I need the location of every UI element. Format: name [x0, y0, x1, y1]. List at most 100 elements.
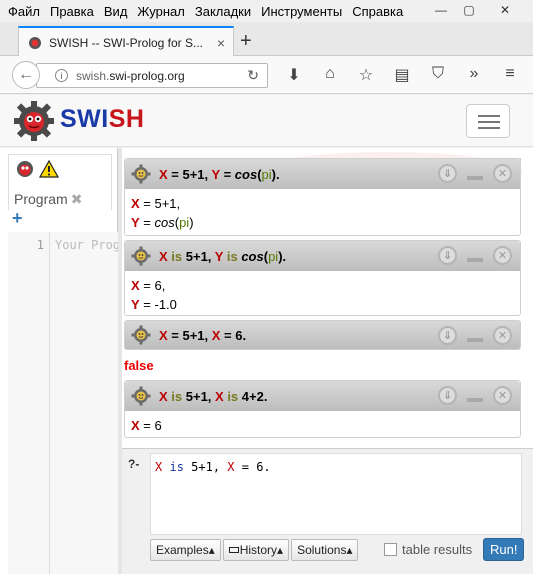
- program-pane: Program✖ + 1 Your Program: [0, 148, 118, 574]
- download-answer-icon[interactable]: ⇓: [438, 326, 457, 345]
- code-token: cos: [154, 215, 175, 230]
- answer-query-text: X is 5+1, Y is cos(pi).: [159, 249, 286, 264]
- code-token: X: [159, 166, 168, 182]
- back-button[interactable]: ←: [12, 61, 40, 89]
- checkbox-box[interactable]: [384, 543, 397, 556]
- answer-block: X = 5+1, Y = cos(pi). ⇓ ✕ X = 5+1, Y = cos(p…: [124, 158, 521, 236]
- answer-line: X = 6: [131, 416, 514, 435]
- overflow-icon[interactable]: »: [456, 65, 492, 85]
- close-answer-icon[interactable]: ✕: [493, 164, 512, 183]
- answer-controls: ⇓ ✕: [438, 164, 512, 183]
- history-button[interactable]: History▴: [222, 539, 290, 561]
- home-icon[interactable]: ⌂: [312, 65, 348, 85]
- pocket-icon[interactable]: ⛉: [420, 65, 456, 85]
- tab-close-icon[interactable]: ×: [217, 35, 225, 51]
- code-token: = 6.: [234, 460, 271, 474]
- menu-icon[interactable]: ≡: [492, 65, 528, 85]
- answer-query-bar: X = 5+1, X = 6. ⇓ ✕: [124, 320, 521, 350]
- add-tab-button[interactable]: +: [12, 208, 23, 229]
- collapse-icon[interactable]: [467, 397, 483, 402]
- table-results-checkbox[interactable]: table results: [384, 542, 472, 557]
- url-text: swish.swi-prolog.org: [76, 68, 185, 83]
- code-token: = 5+1,: [167, 166, 212, 182]
- answer-query-text: X = 5+1, Y = cos(pi).: [159, 167, 280, 182]
- program-tabs: Program ✖: [8, 154, 112, 210]
- code-token: pi: [261, 166, 272, 182]
- download-icon[interactable]: ⬇: [276, 65, 312, 85]
- code-token: is: [167, 248, 186, 264]
- results-pane: X = 5+1, Y = cos(pi). ⇓ ✕ X = 5+1, Y = cos(p…: [122, 148, 533, 574]
- answer-body: X = 6: [125, 411, 520, 440]
- maximize-button[interactable]: ▢: [455, 1, 483, 19]
- query-input[interactable]: X is 5+1, X = 6.: [150, 453, 522, 535]
- code-token: = -1.0: [139, 297, 177, 312]
- menu-item[interactable]: Инструменты: [257, 4, 346, 19]
- toolbar-icons: ⬇ ⌂ ☆ ▤ ⛉ » ≡: [276, 65, 528, 85]
- code-token: 5+1,: [185, 248, 215, 264]
- new-tab-button[interactable]: +: [240, 30, 252, 53]
- answer-line: X = 5+1,: [131, 194, 514, 213]
- download-answer-icon[interactable]: ⇓: [438, 246, 457, 265]
- download-answer-icon[interactable]: ⇓: [438, 386, 457, 405]
- answer-query-bar: X = 5+1, Y = cos(pi). ⇓ ✕: [125, 159, 520, 189]
- code-token: X: [159, 388, 168, 404]
- code-token: = 5+1,: [139, 196, 181, 211]
- run-button[interactable]: Run!: [483, 538, 525, 561]
- reader-icon[interactable]: ▤: [384, 65, 420, 85]
- program-editor[interactable]: 1 Your Program: [8, 232, 118, 574]
- code-token: Y: [131, 215, 140, 230]
- code-token: X: [159, 248, 168, 264]
- code-token: X: [227, 460, 235, 474]
- swish-main: Program✖ + 1 Your Program X = 5+1, Y = c…: [0, 148, 533, 574]
- code-token: X: [131, 418, 140, 433]
- tab-close-icon[interactable]: ✖: [71, 191, 83, 207]
- answer-query-text: X = 5+1, X = 6.: [159, 328, 246, 343]
- code-token: is: [223, 248, 242, 264]
- menu-item[interactable]: Файл: [4, 4, 44, 19]
- window-controls: — ▢ ✕: [427, 1, 527, 19]
- code-token: Y: [211, 166, 220, 182]
- menu-item[interactable]: Правка: [46, 4, 98, 19]
- collapse-icon[interactable]: [467, 175, 483, 180]
- code-token: X: [131, 196, 140, 211]
- code-token: =: [219, 166, 235, 182]
- browser-tab[interactable]: SWISH -- SWI-Prolog for S... ×: [18, 26, 234, 57]
- solutions-button[interactable]: Solutions▴: [291, 539, 359, 561]
- close-answer-icon[interactable]: ✕: [493, 326, 512, 345]
- tab-program[interactable]: Program ✖: [14, 191, 82, 208]
- examples-button[interactable]: Examples▴: [150, 539, 221, 561]
- close-window-button[interactable]: ✕: [483, 1, 527, 19]
- close-answer-icon[interactable]: ✕: [493, 246, 512, 265]
- navbar-toggle-button[interactable]: [466, 104, 510, 138]
- warning-icon[interactable]: [39, 160, 59, 178]
- swish-mini-logo-icon: [17, 161, 33, 177]
- false-result: false: [124, 358, 154, 373]
- query-panel: ?- X is 5+1, X = 6. Examples▴ History▴ S…: [122, 448, 533, 574]
- code-token: X: [159, 327, 168, 343]
- answer-query-bar: X is 5+1, X is 4+2. ⇓ ✕: [125, 381, 520, 411]
- close-answer-icon[interactable]: ✕: [493, 386, 512, 405]
- menu-item[interactable]: Журнал: [133, 4, 188, 19]
- answer-body: false: [124, 350, 521, 375]
- navigation-toolbar: i swish.swi-prolog.org ↻ ← ⬇ ⌂ ☆ ▤ ⛉ » ≡: [0, 56, 533, 94]
- swish-favicon-icon: [29, 36, 41, 49]
- answer-body: X = 5+1, Y = cos(pi): [125, 189, 520, 237]
- download-answer-icon[interactable]: ⇓: [438, 164, 457, 183]
- code-token: = 6: [139, 418, 162, 433]
- swish-logo-icon[interactable]: [12, 99, 56, 143]
- menu-item[interactable]: Вид: [100, 4, 132, 19]
- minimize-button[interactable]: —: [427, 1, 455, 19]
- code-token: pi: [179, 215, 190, 230]
- collapse-icon[interactable]: [467, 257, 483, 262]
- code-token: is: [169, 460, 184, 474]
- code-token: 4+2.: [241, 388, 268, 404]
- collapse-icon[interactable]: [467, 337, 483, 342]
- url-bar[interactable]: i swish.swi-prolog.org ↻: [36, 63, 268, 88]
- reload-icon[interactable]: ↻: [247, 67, 259, 84]
- info-icon[interactable]: i: [55, 69, 68, 82]
- menu-item[interactable]: Справка: [348, 4, 407, 19]
- menu-item[interactable]: Закладки: [191, 4, 255, 19]
- gear-icon: [131, 325, 151, 345]
- table-results-label: table results: [402, 542, 473, 557]
- star-icon[interactable]: ☆: [348, 65, 384, 85]
